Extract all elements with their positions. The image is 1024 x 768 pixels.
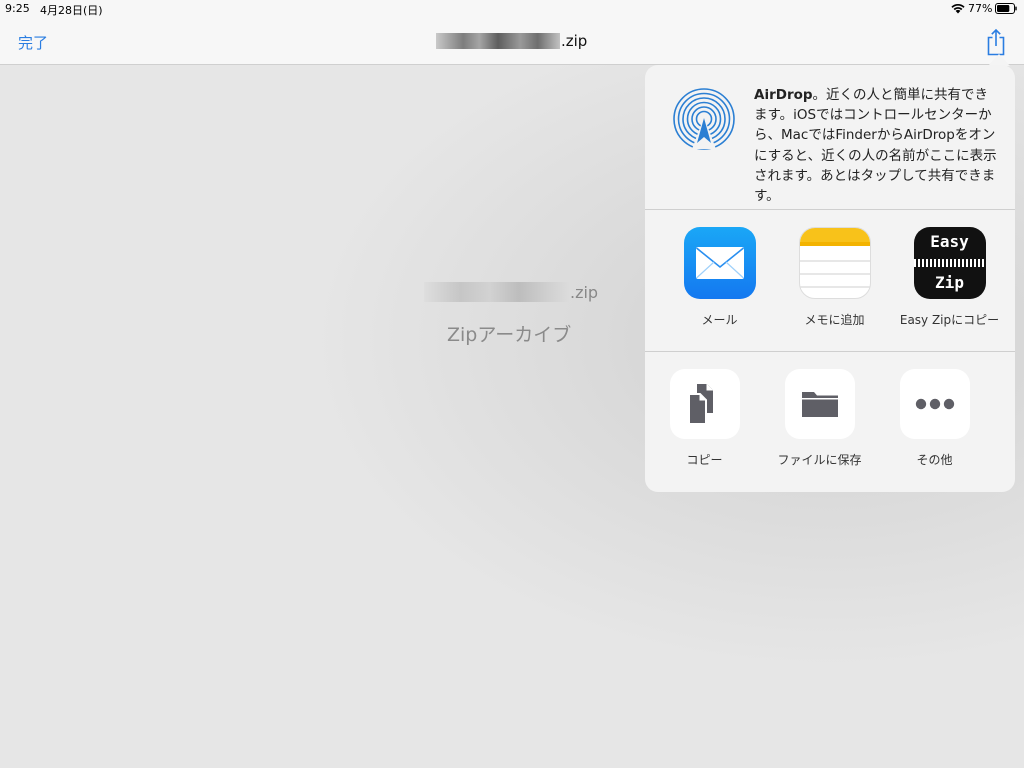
notes-icon <box>798 227 871 299</box>
done-button[interactable]: 完了 <box>18 32 48 53</box>
easy-zip-icon: Easy Zip <box>913 227 986 299</box>
nav-title: .zip <box>436 32 587 50</box>
status-date: 4月28日(日) <box>40 4 103 17</box>
file-name: .zip <box>424 282 598 302</box>
folder-icon <box>801 392 838 417</box>
share-action-label: その他 <box>916 453 953 467</box>
share-action-label: コピー <box>686 453 723 467</box>
share-app-label: メモに追加 <box>804 313 865 327</box>
share-actions-row: コピー ファイルに保存 その他 <box>645 352 1015 492</box>
share-sheet: AirDrop。近くの人と簡単に共有できます。iOSではコントロールセンターから… <box>645 65 1015 492</box>
share-apps-row: メール メモに追加 Easy Zip Easy Zipにコピー <box>645 210 1015 352</box>
folder-icon-tile <box>784 369 855 439</box>
easy-zip-logo-text: Easy <box>930 232 969 251</box>
share-icon[interactable] <box>985 28 1007 56</box>
wifi-icon <box>951 3 965 14</box>
share-action-more[interactable]: その他 <box>877 369 992 468</box>
more-icon <box>915 398 954 410</box>
status-time: 9:25 <box>5 2 30 15</box>
airdrop-title: AirDrop <box>754 87 813 103</box>
more-icon-tile <box>899 369 970 439</box>
zipper-decoration <box>913 259 986 267</box>
status-bar: 9:25 4月28日(日) 77% <box>0 0 1024 18</box>
mail-icon <box>683 227 756 299</box>
copy-icon-tile <box>669 369 740 439</box>
file-type-label: Zipアーカイブ <box>447 324 572 346</box>
share-app-notes[interactable]: メモに追加 <box>777 227 892 328</box>
copy-icon <box>687 384 713 425</box>
share-app-mail[interactable]: メール <box>662 227 777 328</box>
battery-icon <box>995 3 1017 14</box>
share-app-label: Easy Zipにコピー <box>899 313 1000 327</box>
share-app-easy-zip[interactable]: Easy Zip Easy Zipにコピー <box>892 227 1007 328</box>
share-action-copy[interactable]: コピー <box>647 369 762 468</box>
easy-zip-logo-text: Zip <box>935 273 964 292</box>
redacted-filename <box>436 33 560 49</box>
file-name-suffix: .zip <box>570 282 599 302</box>
airdrop-description: AirDrop。近くの人と簡単に共有できます。iOSではコントロールセンターから… <box>754 85 999 206</box>
share-action-label: ファイルに保存 <box>777 453 862 467</box>
redacted-filename <box>424 282 570 302</box>
airdrop-section[interactable]: AirDrop。近くの人と簡単に共有できます。iOSではコントロールセンターから… <box>645 65 1015 210</box>
share-app-label: メール <box>701 313 738 327</box>
share-action-save-to-files[interactable]: ファイルに保存 <box>762 369 877 468</box>
nav-title-suffix: .zip <box>561 32 588 50</box>
battery-percent: 77% <box>968 2 993 15</box>
nav-bar: 完了 .zip <box>0 18 1024 65</box>
airdrop-body: 。近くの人と簡単に共有できます。iOSではコントロールセンターから、MacではF… <box>754 87 997 205</box>
airdrop-icon <box>673 88 735 150</box>
